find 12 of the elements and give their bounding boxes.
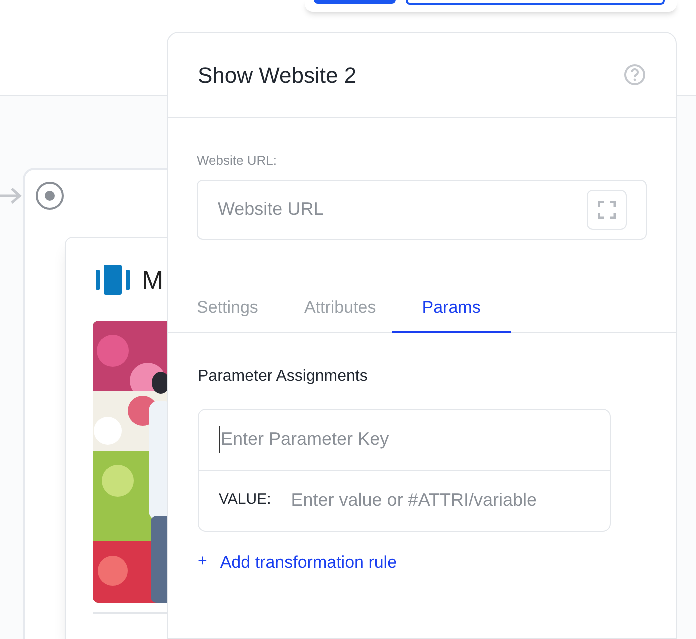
plus-icon: +	[198, 550, 208, 574]
field-label: Website URL:	[197, 152, 278, 170]
node-title: M	[142, 266, 164, 294]
url-input[interactable]: Website URL	[218, 196, 587, 223]
parameter-key-field[interactable]: Enter Parameter Key	[219, 426, 590, 453]
value-label: VALUE:	[219, 490, 272, 510]
url-field[interactable]: Website URL	[197, 180, 647, 240]
panel-title: Show Website 2	[198, 62, 357, 90]
section-title: Parameter Assignments	[198, 366, 369, 386]
value-field[interactable]: Enter value or #ATTRI/variable	[291, 487, 590, 514]
tab[interactable]: Params	[392, 284, 511, 332]
add-rule-link[interactable]: + Add transformation rule	[198, 550, 398, 575]
